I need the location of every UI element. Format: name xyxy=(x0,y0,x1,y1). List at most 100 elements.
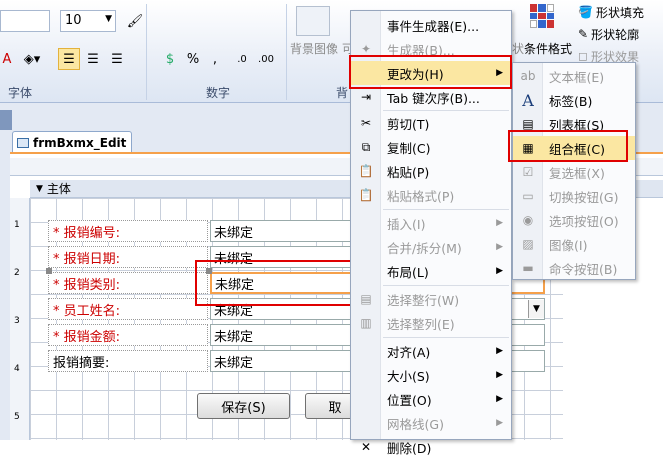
textbox-icon: ab xyxy=(520,69,536,83)
image-icon: ▨ xyxy=(522,237,534,251)
option-icon: ◉ xyxy=(522,213,534,227)
pen-icon: ✎ xyxy=(578,27,589,41)
submenu-arrow-icon: ▶ xyxy=(496,346,503,356)
toggle-icon: ▭ xyxy=(522,189,534,203)
context-menu-item[interactable]: ▥ 选择整列(E) xyxy=(351,311,511,335)
paint-bucket-icon: 🪣 xyxy=(578,5,593,19)
menu-item-label: 文本框(E) xyxy=(549,69,605,85)
background-image-label[interactable]: 背景图像 xyxy=(290,40,338,57)
group-partial-label: 背 xyxy=(336,86,349,100)
menu-item-label: 网格线(G) xyxy=(387,416,444,432)
submenu-item[interactable]: ▬ 命令按钮(B) xyxy=(513,256,635,280)
font-size-field[interactable]: 10 ▼ xyxy=(60,10,116,32)
background-image-icon[interactable] xyxy=(296,6,330,36)
context-menu-item[interactable]: 大小(S) ▶ xyxy=(351,363,511,387)
submenu-arrow-icon: ▶ xyxy=(496,242,503,252)
shape-fill-button[interactable]: 🪣 形状填充 xyxy=(578,4,663,20)
label-amount[interactable]: * 报销金额: xyxy=(48,324,208,346)
context-menu-item[interactable]: ▤ 选择整行(W) xyxy=(351,287,511,311)
label-summary[interactable]: 报销摘要: xyxy=(48,350,208,372)
align-right-button[interactable]: ☰ xyxy=(106,48,128,70)
menu-item-label: 命令按钮(B) xyxy=(549,261,618,277)
conditional-format-icon[interactable] xyxy=(530,4,554,28)
group-number-label: 数字 xyxy=(206,86,231,100)
group-font-label: 字体 xyxy=(8,86,33,100)
menu-item-label: 粘贴格式(P) xyxy=(387,188,455,204)
context-menu-item[interactable]: 位置(O) ▶ xyxy=(351,387,511,411)
conditional-format-label[interactable]: 条件格式 xyxy=(524,40,572,57)
submenu-item[interactable]: ab 文本框(E) xyxy=(513,64,635,88)
format-painter-icon[interactable]: 🖌 xyxy=(124,10,146,32)
section-title: 主体 xyxy=(46,182,71,196)
save-button[interactable]: 保存(S) xyxy=(197,393,290,419)
fill-color-icon[interactable]: ◈▾ xyxy=(18,48,46,70)
menu-item-label: 插入(I) xyxy=(387,216,426,232)
increase-decimal-icon[interactable]: .0 xyxy=(232,48,252,70)
context-menu-item[interactable]: 网格线(G) ▶ xyxy=(351,411,511,435)
context-menu-item[interactable]: ⧉ 复制(C) xyxy=(351,135,511,159)
highlight-box xyxy=(195,260,353,306)
menu-separator xyxy=(383,285,509,286)
context-menu-item[interactable]: 事件生成器(E)... xyxy=(351,13,511,37)
selection-handle[interactable] xyxy=(46,268,52,274)
font-size-value: 10 xyxy=(65,13,82,28)
command-button-icon: ▬ xyxy=(522,261,534,275)
textbox-bill-number[interactable]: 未绑定 xyxy=(210,220,360,242)
menu-item-label: 复选框(X) xyxy=(549,165,605,181)
menu-item-label: 布局(L) xyxy=(387,264,429,280)
group-separator xyxy=(146,4,147,100)
submenu-item[interactable]: ▭ 切换按钮(G) xyxy=(513,184,635,208)
menu-item-label: 对齐(A) xyxy=(387,344,431,360)
currency-icon[interactable]: $ xyxy=(158,48,182,70)
paste-format-icon: 📋 xyxy=(358,188,374,202)
highlight-box xyxy=(508,130,628,162)
percent-button[interactable]: % xyxy=(184,48,202,70)
shape-effect-icon: ◻ xyxy=(578,49,588,63)
align-center-button[interactable]: ☰ xyxy=(82,48,104,70)
comma-button[interactable]: , xyxy=(206,48,224,70)
submenu-item[interactable]: ◉ 选项按钮(O) xyxy=(513,208,635,232)
decrease-decimal-icon[interactable]: .00 xyxy=(256,48,276,70)
context-menu-item[interactable]: ✕ 删除(D) xyxy=(351,435,511,459)
shape-outline-button[interactable]: ✎ 形状轮廓 xyxy=(578,26,663,42)
menu-item-label: 选择整行(W) xyxy=(387,292,460,308)
menu-item-label: 图像(I) xyxy=(549,237,588,253)
font-name-field[interactable] xyxy=(0,10,50,32)
menu-item-label: 合并/拆分(M) xyxy=(387,240,462,256)
align-left-button[interactable]: ☰ xyxy=(58,48,80,70)
menu-item-label: 标签(B) xyxy=(549,93,593,109)
context-menu-item[interactable]: 📋 粘贴(P) xyxy=(351,159,511,183)
delete-icon: ✕ xyxy=(360,440,372,454)
submenu-item[interactable]: ☑ 复选框(X) xyxy=(513,160,635,184)
context-menu-item[interactable]: 插入(I) ▶ xyxy=(351,211,511,235)
context-menu-item[interactable]: 布局(L) ▶ xyxy=(351,259,511,283)
menu-item-label: 选择整列(E) xyxy=(387,316,455,332)
submenu-arrow-icon: ▶ xyxy=(496,394,503,404)
menu-item-label: 剪切(T) xyxy=(387,116,430,132)
form-tab[interactable]: frmBxmx_Edit xyxy=(12,131,132,153)
context-menu-item[interactable]: 📋 粘贴格式(P) xyxy=(351,183,511,207)
label-bill-date[interactable]: * 报销日期: xyxy=(48,246,208,268)
nav-pane-strip[interactable] xyxy=(0,110,12,130)
submenu-item[interactable]: A 标签(B) xyxy=(513,88,635,112)
label-employee-name[interactable]: * 员工姓名: xyxy=(48,298,208,320)
context-menu-item[interactable]: 合并/拆分(M) ▶ xyxy=(351,235,511,259)
menu-item-label: 删除(D) xyxy=(387,440,432,456)
menu-item-label: 切换按钮(G) xyxy=(549,189,619,205)
submenu-arrow-icon: ▶ xyxy=(496,370,503,380)
tab-order-icon: ⇥ xyxy=(360,90,372,104)
label-bill-number[interactable]: * 报销编号: xyxy=(48,220,208,242)
dropdown-arrow-icon[interactable]: ▼ xyxy=(528,300,544,318)
menu-separator xyxy=(383,209,509,210)
context-menu-item[interactable]: 对齐(A) ▶ xyxy=(351,339,511,363)
change-to-submenu: ab 文本框(E) A 标签(B) ▤ 列表框(S) ▦ 组合框(C) ☑ 复选框(X) ▭ 切换按钮… xyxy=(512,62,636,280)
menu-item-label: 粘贴(P) xyxy=(387,164,430,180)
submenu-item[interactable]: ▨ 图像(I) xyxy=(513,232,635,256)
collapse-icon[interactable]: ▼ xyxy=(36,184,43,194)
context-menu-item[interactable]: ✂ 剪切(T) xyxy=(351,111,511,135)
label-bill-category[interactable]: * 报销类别: xyxy=(48,272,208,294)
form-tab-label: frmBxmx_Edit xyxy=(33,135,127,150)
menu-separator xyxy=(383,110,509,111)
font-color-icon[interactable]: A xyxy=(0,48,14,70)
chevron-down-icon[interactable]: ▼ xyxy=(105,14,112,24)
